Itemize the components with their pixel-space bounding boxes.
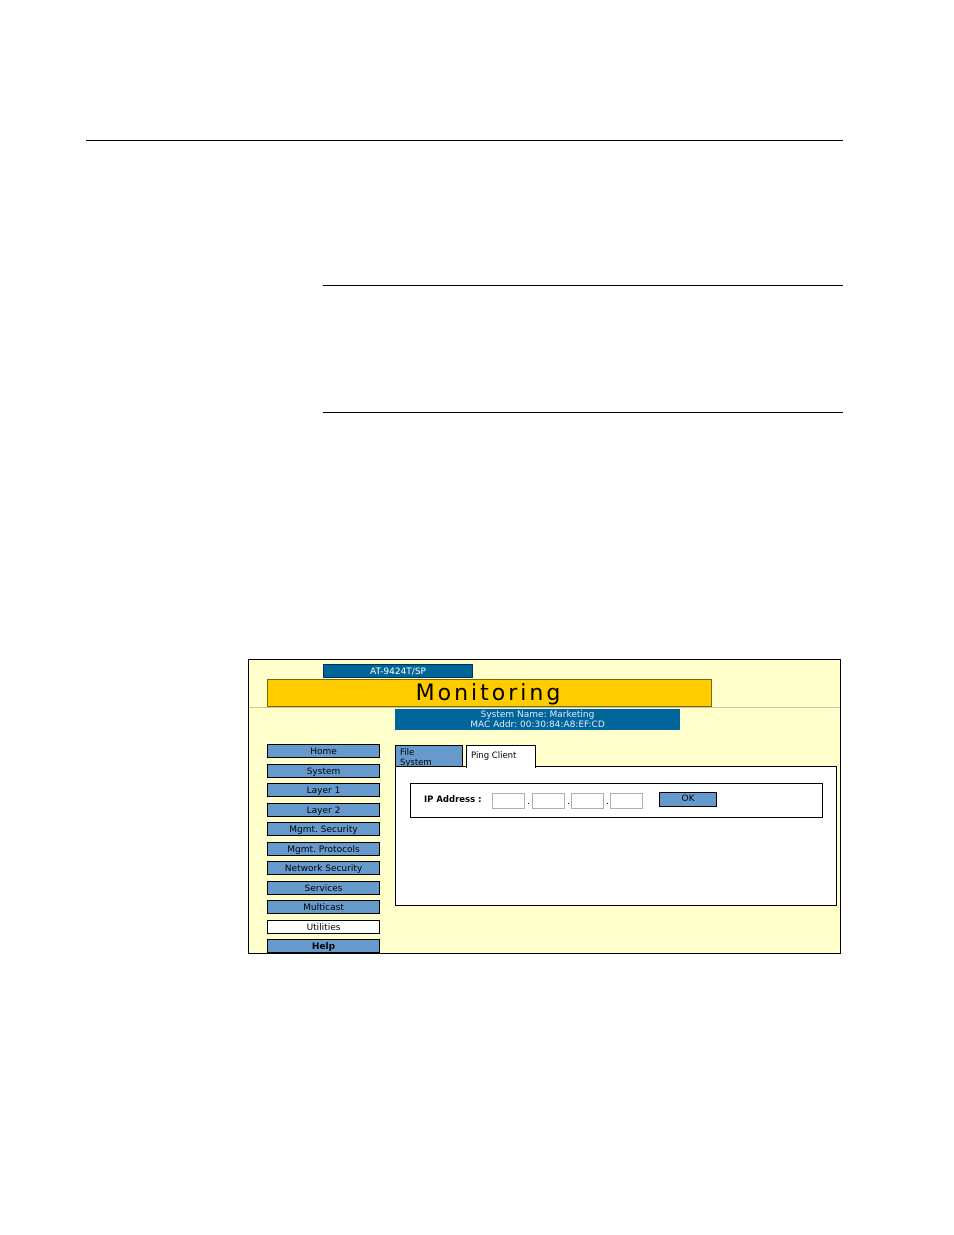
ok-button[interactable]: OK — [659, 792, 717, 807]
ip-octet-1-input[interactable] — [492, 793, 525, 809]
page-top-rule — [86, 140, 843, 141]
nav-mgmt-security-button[interactable]: Mgmt. Security — [267, 822, 380, 836]
nav-mgmt-protocols-button[interactable]: Mgmt. Protocols — [267, 841, 380, 856]
header-divider — [249, 707, 840, 708]
nav-system-button[interactable]: System — [267, 763, 380, 778]
ip-octet-4-input[interactable] — [610, 793, 643, 809]
nav-utilities-button[interactable]: Utilities — [267, 919, 380, 934]
ip-octet-3-input[interactable] — [571, 793, 604, 809]
ip-address-group: IP Address : . . . OK — [410, 783, 823, 818]
nav-layer2-button[interactable]: Layer 2 — [267, 802, 380, 817]
tab-file-system[interactable]: File System — [395, 745, 463, 768]
nav-layer1-button[interactable]: Layer 1 — [267, 783, 380, 797]
system-name: System Name: Marketing — [480, 710, 595, 720]
monitoring-screenshot: AT-9424T/SP Monitoring System Name: Mark… — [248, 659, 841, 954]
ip-dot-3: . — [606, 797, 609, 807]
ip-octet-2-input[interactable] — [532, 793, 565, 809]
sidebar-nav: Home System Layer 1 Layer 2 Mgmt. Securi… — [267, 744, 381, 953]
note-bottom-rule — [323, 412, 843, 413]
tab-file-system-line1: File — [400, 748, 415, 758]
tab-ping-client[interactable]: Ping Client — [466, 745, 536, 768]
nav-multicast-button[interactable]: Multicast — [267, 900, 380, 914]
mac-address: MAC Addr: 00:30:84:A8:EF:CD — [470, 720, 605, 730]
ping-client-panel: IP Address : . . . OK — [395, 766, 837, 906]
nav-home-button[interactable]: Home — [267, 744, 380, 758]
nav-network-security-button[interactable]: Network Security — [267, 861, 380, 875]
nav-services-button[interactable]: Services — [267, 880, 380, 895]
ip-dot-1: . — [527, 797, 530, 807]
system-info: System Name: Marketing MAC Addr: 00:30:8… — [395, 709, 680, 730]
note-top-rule — [323, 285, 843, 286]
model-label: AT-9424T/SP — [323, 664, 473, 678]
ip-dot-2: . — [567, 797, 570, 807]
ip-address-label: IP Address : — [424, 795, 482, 805]
page-title: Monitoring — [267, 679, 712, 707]
nav-help-button[interactable]: Help — [267, 939, 380, 953]
